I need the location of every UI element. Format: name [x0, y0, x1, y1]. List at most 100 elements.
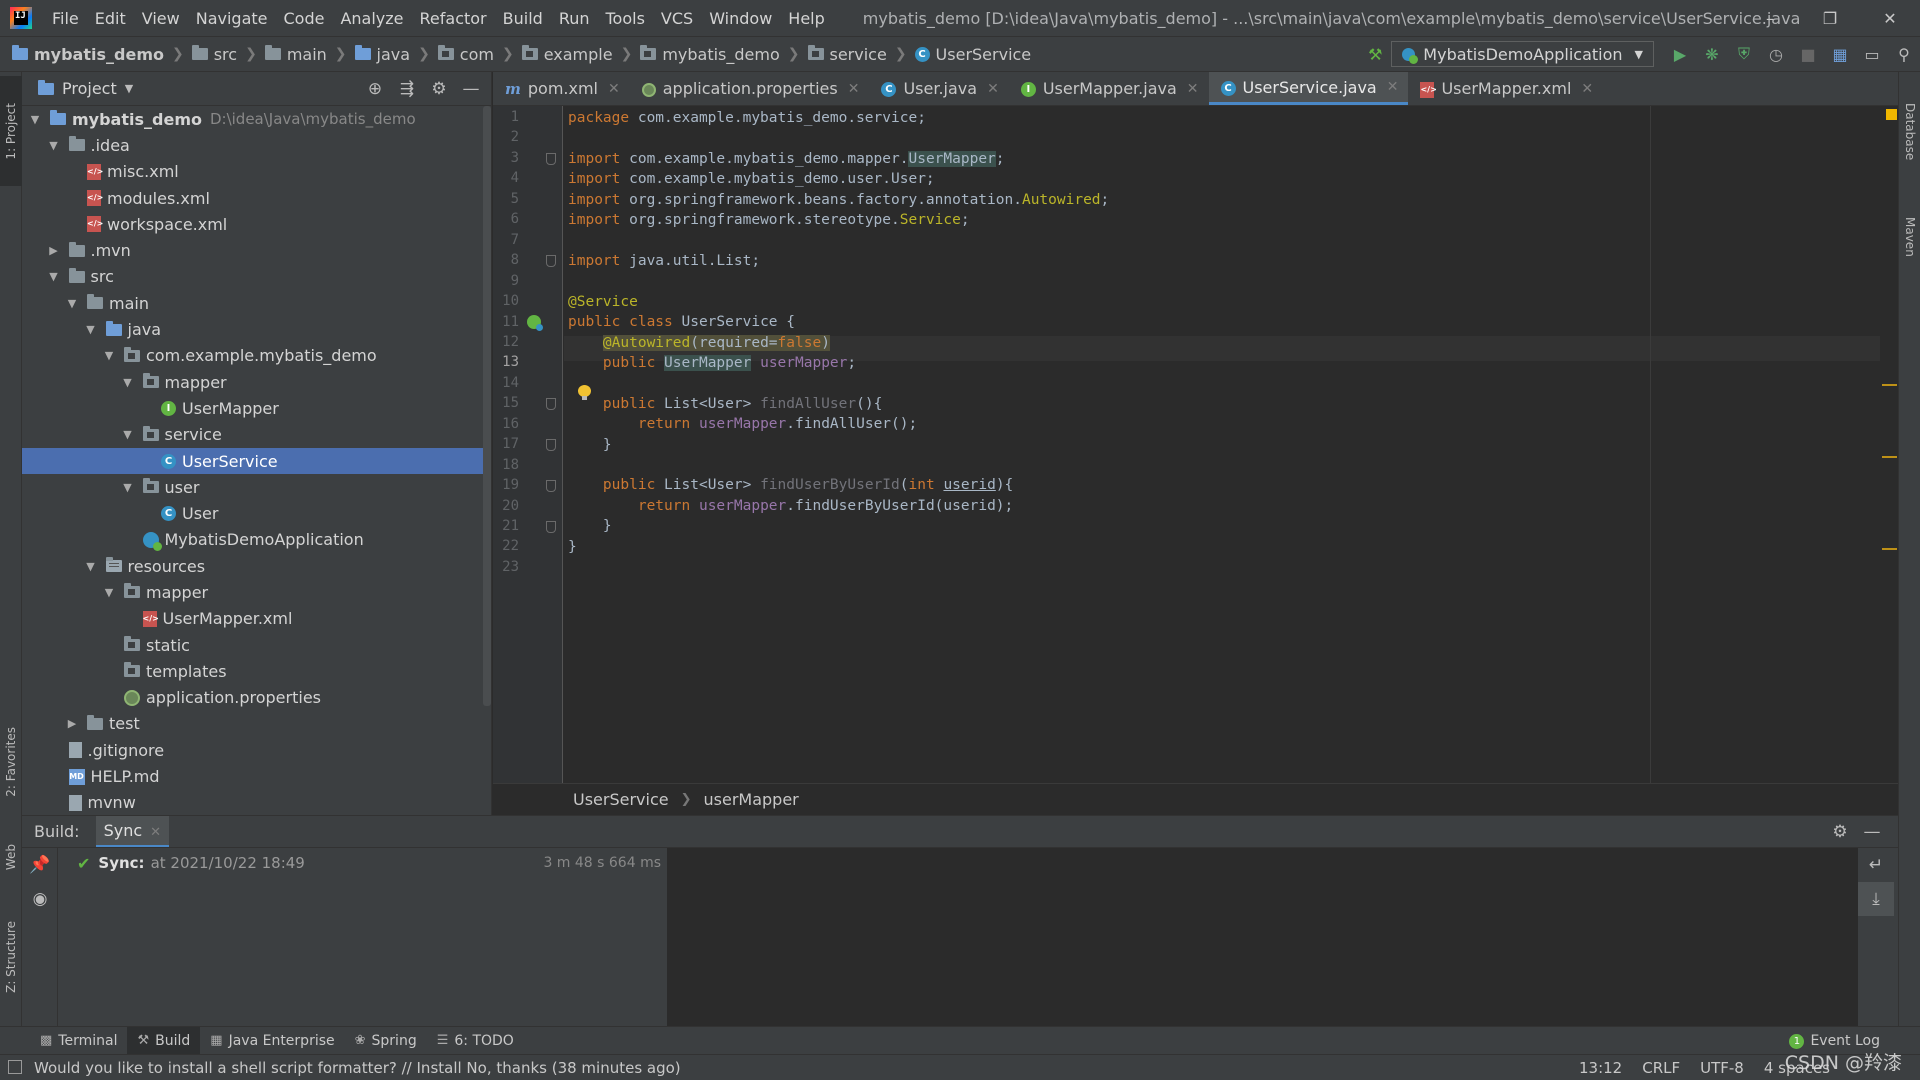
gear-icon[interactable]: ⚙	[1824, 822, 1856, 842]
chevron-down-icon[interactable]: ▼	[84, 560, 98, 573]
tool-window-web-tab[interactable]: Web	[0, 832, 22, 882]
warning-indicator-icon[interactable]	[1886, 109, 1897, 120]
breadcrumb-service[interactable]: service ❯	[800, 45, 907, 64]
tool-tab-spring[interactable]: ❀ Spring	[345, 1027, 427, 1055]
fold-marker-icon[interactable]	[546, 439, 556, 452]
menu-edit[interactable]: Edit	[87, 9, 134, 28]
tree-item[interactable]: ▶MDHELP.md	[22, 763, 491, 789]
editor-tab[interactable]: application.properties ✕	[630, 72, 870, 105]
line-number[interactable]: 10	[493, 293, 519, 309]
menu-analyze[interactable]: Analyze	[332, 9, 411, 28]
tree-item[interactable]: ▶</>misc.xml	[22, 159, 491, 185]
tool-window-database-tab[interactable]: Database	[1899, 82, 1920, 182]
tree-item[interactable]: ▶MybatisDemoApplication	[22, 527, 491, 553]
editor-tab[interactable]: </> UserMapper.xml ✕	[1408, 72, 1603, 105]
editor-error-stripe[interactable]	[1880, 106, 1898, 783]
stop-icon[interactable]: ■	[1792, 39, 1824, 69]
tree-scrollbar[interactable]	[483, 106, 491, 706]
breadcrumb-mybatis-demo[interactable]: mybatis_demo ❯	[632, 45, 800, 64]
fold-marker-icon[interactable]	[546, 521, 556, 533]
tree-item[interactable]: ▼ com.example.mybatis_demo	[22, 343, 491, 369]
spring-bean-gutter-icon[interactable]	[527, 314, 543, 331]
line-number[interactable]: 19	[493, 477, 519, 493]
file-encoding[interactable]: UTF-8	[1700, 1059, 1744, 1077]
menu-window[interactable]: Window	[701, 9, 780, 28]
build-console-output[interactable]	[667, 848, 1858, 1026]
tree-item[interactable]: ▼ src	[22, 264, 491, 290]
line-number[interactable]: 11	[493, 314, 519, 330]
close-icon[interactable]: ✕	[848, 81, 860, 97]
scroll-to-end-icon[interactable]: ⤓	[1858, 882, 1894, 916]
minimize-icon[interactable]: –	[1740, 0, 1800, 36]
line-number[interactable]: 18	[493, 457, 519, 473]
tool-tab-terminal[interactable]: ▩ Terminal	[30, 1027, 127, 1055]
line-number[interactable]: 9	[493, 273, 519, 289]
tool-window-project-tab[interactable]: 1: Project	[0, 76, 22, 186]
debug-icon[interactable]: ❋	[1696, 39, 1728, 69]
menu-run[interactable]: Run	[551, 9, 598, 28]
tool-tab-java-enterprise[interactable]: ▦ Java Enterprise	[200, 1027, 344, 1055]
line-separator[interactable]: CRLF	[1642, 1059, 1680, 1077]
menu-help[interactable]: Help	[780, 9, 832, 28]
tree-item[interactable]: ▼ user	[22, 474, 491, 500]
close-icon[interactable]: ✕	[1387, 79, 1399, 95]
tree-item[interactable]: ▼ java	[22, 316, 491, 342]
tree-item[interactable]: ▼ mapper	[22, 579, 491, 605]
fold-marker-icon[interactable]	[546, 398, 556, 411]
chevron-down-icon[interactable]: ▼	[121, 376, 135, 389]
tree-item[interactable]: ▼ mybatis_demo D:\idea\Java\mybatis_demo	[22, 106, 491, 132]
breadcrumb-src[interactable]: src ❯	[184, 45, 257, 64]
run-configuration-select[interactable]: MybatisDemoApplication ▼	[1391, 41, 1654, 67]
line-number[interactable]: 12	[493, 334, 519, 350]
pin-icon[interactable]: 📌	[22, 848, 58, 882]
editor-tab[interactable]: C User.java ✕	[869, 72, 1008, 105]
editor-tab[interactable]: I UserMapper.java ✕	[1009, 72, 1209, 105]
menu-navigate[interactable]: Navigate	[188, 9, 276, 28]
tree-item[interactable]: ▶IUserMapper	[22, 395, 491, 421]
tree-item[interactable]: ▶</>UserMapper.xml	[22, 606, 491, 632]
tree-item[interactable]: ▶application.properties	[22, 685, 491, 711]
breadcrumb-com[interactable]: com ❯	[430, 45, 514, 64]
hide-panel-icon[interactable]: —	[1856, 822, 1888, 842]
menu-view[interactable]: View	[134, 9, 188, 28]
menu-build[interactable]: Build	[495, 9, 551, 28]
breadcrumb-userservice[interactable]: C UserService	[907, 45, 1031, 64]
menu-code[interactable]: Code	[276, 9, 333, 28]
tree-item[interactable]: ▼ resources	[22, 553, 491, 579]
line-number[interactable]: 4	[493, 170, 519, 186]
tree-item[interactable]: ▶</>workspace.xml	[22, 211, 491, 237]
close-icon[interactable]: ✕	[150, 825, 161, 840]
tree-item[interactable]: ▶static	[22, 632, 491, 658]
tree-item[interactable]: ▼ mapper	[22, 369, 491, 395]
line-number[interactable]: 3	[493, 150, 519, 166]
line-number[interactable]: 7	[493, 232, 519, 248]
search-everywhere-icon[interactable]: ⚲	[1888, 39, 1920, 69]
build-sync-row[interactable]: ✔ Sync: at 2021/10/22 18:49 3 m 48 s 664…	[59, 850, 667, 876]
chevron-down-icon[interactable]: ▼	[28, 113, 42, 126]
tree-item[interactable]: ▶ .mvn	[22, 237, 491, 263]
tree-item[interactable]: ▼ .idea	[22, 132, 491, 158]
line-number[interactable]: 6	[493, 211, 519, 227]
tool-tab-todo[interactable]: ☰ 6: TODO	[427, 1027, 524, 1055]
line-number[interactable]: 1	[493, 109, 519, 125]
chevron-down-icon[interactable]: ▼	[102, 349, 116, 362]
chevron-down-icon[interactable]: ▼	[47, 139, 61, 152]
close-icon[interactable]: ✕	[987, 81, 999, 97]
fold-marker-icon[interactable]	[546, 152, 556, 165]
restore-icon[interactable]: ❐	[1800, 0, 1860, 36]
hide-panel-icon[interactable]: —	[455, 79, 487, 99]
line-number[interactable]: 23	[493, 559, 519, 575]
chevron-down-icon[interactable]: ▼	[121, 481, 135, 494]
build-hammer-icon[interactable]: ⚒	[1359, 39, 1391, 69]
tool-window-favorites-tab[interactable]: 2: Favorites	[0, 722, 22, 802]
fold-marker-icon[interactable]	[546, 255, 556, 268]
fold-marker-icon[interactable]	[546, 480, 556, 493]
status-toggle-icon[interactable]	[8, 1060, 22, 1074]
chevron-right-icon[interactable]: ▶	[47, 244, 61, 257]
chevron-down-icon[interactable]: ▼	[47, 270, 61, 283]
menu-tools[interactable]: Tools	[598, 9, 653, 28]
locate-file-icon[interactable]: ⊕	[359, 79, 391, 99]
presentation-mode-icon[interactable]: ▭	[1856, 39, 1888, 69]
tree-item[interactable]: ▶CUserService	[22, 447, 491, 475]
close-icon[interactable]: ✕	[608, 81, 620, 97]
